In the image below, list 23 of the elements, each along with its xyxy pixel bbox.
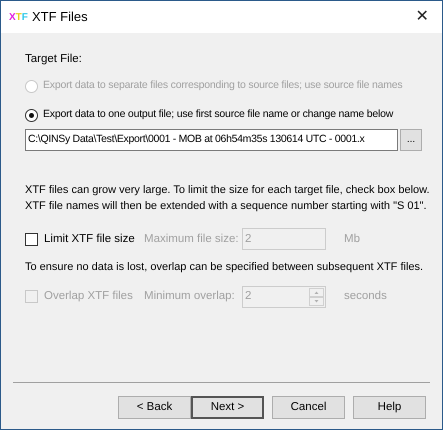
field-label: Minimum overlap:: [144, 289, 236, 304]
checkbox-label: Limit XTF file size: [44, 232, 136, 247]
radio-label: Export data to one output file; use first source file name or change name below: [43, 107, 394, 122]
checkbox[interactable]: [25, 232, 38, 246]
checkbox-label: Overlap XTF files: [44, 289, 134, 304]
field-label: Maximum file size:: [144, 232, 240, 247]
dialog-button[interactable]: Cancel: [272, 396, 345, 419]
dialog-button[interactable]: Next >: [191, 396, 264, 419]
close-button[interactable]: ✕: [402, 1, 442, 33]
dialog-button[interactable]: < Back: [118, 396, 191, 419]
section-heading: Target File:: [25, 52, 83, 67]
app-logo: XTF: [9, 10, 27, 24]
unit-label: seconds: [344, 289, 387, 304]
file-path-field[interactable]: C:\QINSy Data\Test\Export\0001 - MOB at 06h54m35s 130614 UTC - 0001.x: [25, 129, 398, 152]
info-text: XTF file names will then be extended with a sequence number starting with "S 01".: [25, 199, 428, 214]
info-text: To ensure no data is lost, overlap can be specified between subsequent XTF files.: [25, 260, 424, 276]
radio-button[interactable]: [25, 108, 38, 122]
unit-label: Mb: [344, 232, 360, 247]
radio-label: Export data to separate files corresponding to source files; use source file names: [43, 78, 402, 94]
dialog-button[interactable]: Help: [353, 396, 426, 419]
window-title: XTF Files: [32, 8, 88, 26]
info-text: XTF files can grow very large. To limit the size for each target file, check box below.: [25, 183, 431, 198]
browse-button[interactable]: ...: [400, 129, 422, 152]
